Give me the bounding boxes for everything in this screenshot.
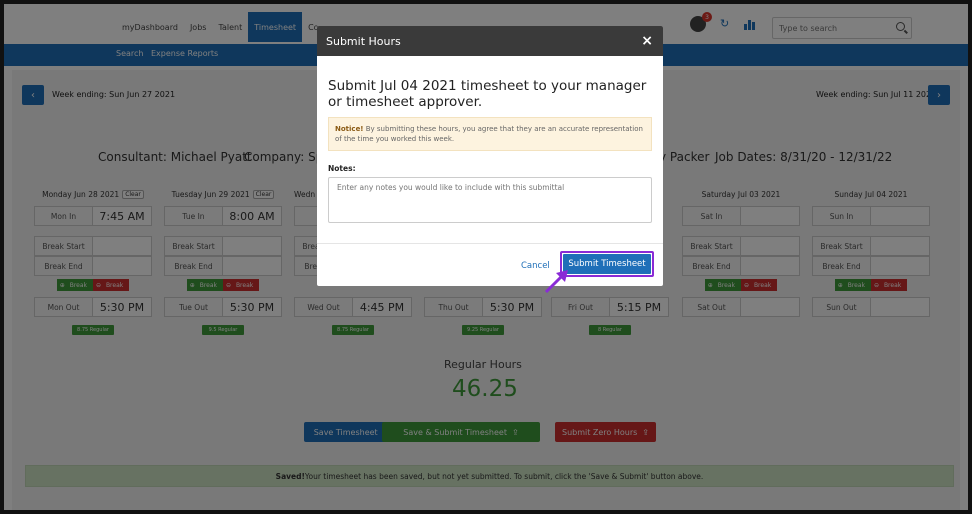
submit-hours-dialog: Submit Hours × Submit Jul 04 2021 timesh…	[317, 26, 663, 286]
dialog-header: Submit Hours ×	[317, 26, 663, 56]
dialog-heading: Submit Jul 04 2021 timesheet to your man…	[328, 78, 647, 110]
submit-timesheet-button[interactable]: Submit Timesheet	[560, 251, 654, 277]
notice-box: Notice! By submitting these hours, you a…	[328, 117, 652, 151]
notice-text: By submitting these hours, you agree tha…	[335, 125, 643, 143]
submit-timesheet-label: Submit Timesheet	[563, 254, 651, 274]
pointer-arrow-icon	[544, 270, 568, 294]
notice-strong: Notice!	[335, 125, 364, 133]
notes-textarea[interactable]	[328, 177, 652, 223]
dialog-title: Submit Hours	[326, 34, 401, 48]
notes-label: Notes:	[328, 164, 356, 173]
dialog-footer: Cancel Submit Timesheet	[317, 243, 663, 286]
app-window: myDashboard Jobs Talent Timesheet Co 3 ↻…	[0, 0, 972, 514]
close-icon[interactable]: ×	[641, 33, 653, 49]
